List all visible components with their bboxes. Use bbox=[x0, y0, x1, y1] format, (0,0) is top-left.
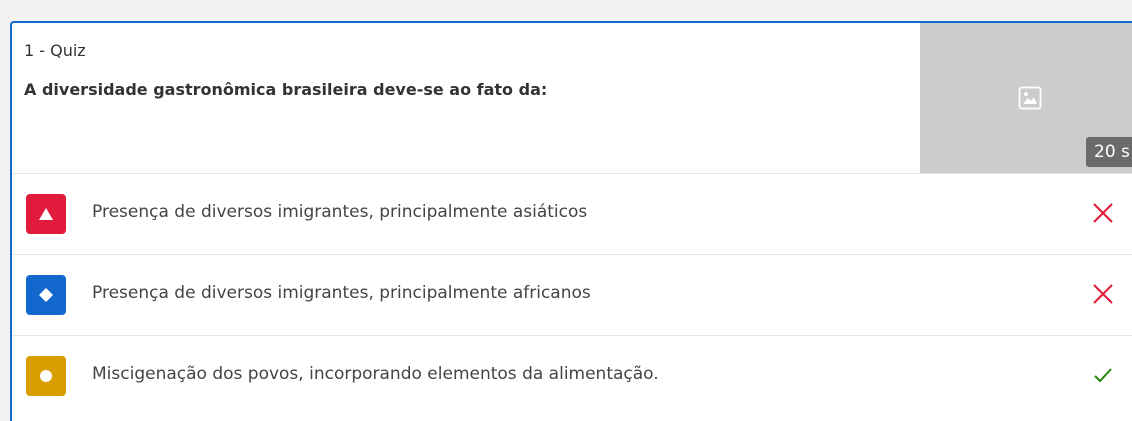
question-media-placeholder[interactable]: 20 s bbox=[920, 23, 1132, 173]
diamond-icon bbox=[26, 275, 66, 315]
answer-text: Miscigenação dos povos, incorporando ele… bbox=[92, 364, 659, 384]
answer-text: Presença de diversos imigrantes, princip… bbox=[92, 283, 591, 303]
quiz-label: 1 - Quiz bbox=[24, 41, 86, 60]
answer-option-1[interactable]: Presença de diversos imigrantes, princip… bbox=[12, 173, 1132, 253]
question-title: A diversidade gastronômica brasileira de… bbox=[24, 80, 548, 99]
answer-text: Presença de diversos imigrantes, princip… bbox=[92, 202, 588, 222]
question-header: 1 - Quiz A diversidade gastronômica bras… bbox=[12, 23, 1132, 173]
correct-check-icon bbox=[1092, 364, 1114, 390]
incorrect-x-icon bbox=[1092, 283, 1114, 309]
answer-option-3[interactable]: Miscigenação dos povos, incorporando ele… bbox=[12, 335, 1132, 415]
answer-option-2[interactable]: Presença de diversos imigrantes, princip… bbox=[12, 254, 1132, 334]
image-icon bbox=[1018, 86, 1042, 114]
incorrect-x-icon bbox=[1092, 202, 1114, 228]
triangle-icon bbox=[26, 194, 66, 234]
time-limit-badge: 20 s bbox=[1086, 137, 1132, 167]
quiz-question-card[interactable]: 1 - Quiz A diversidade gastronômica bras… bbox=[10, 21, 1132, 421]
circle-icon bbox=[26, 356, 66, 396]
